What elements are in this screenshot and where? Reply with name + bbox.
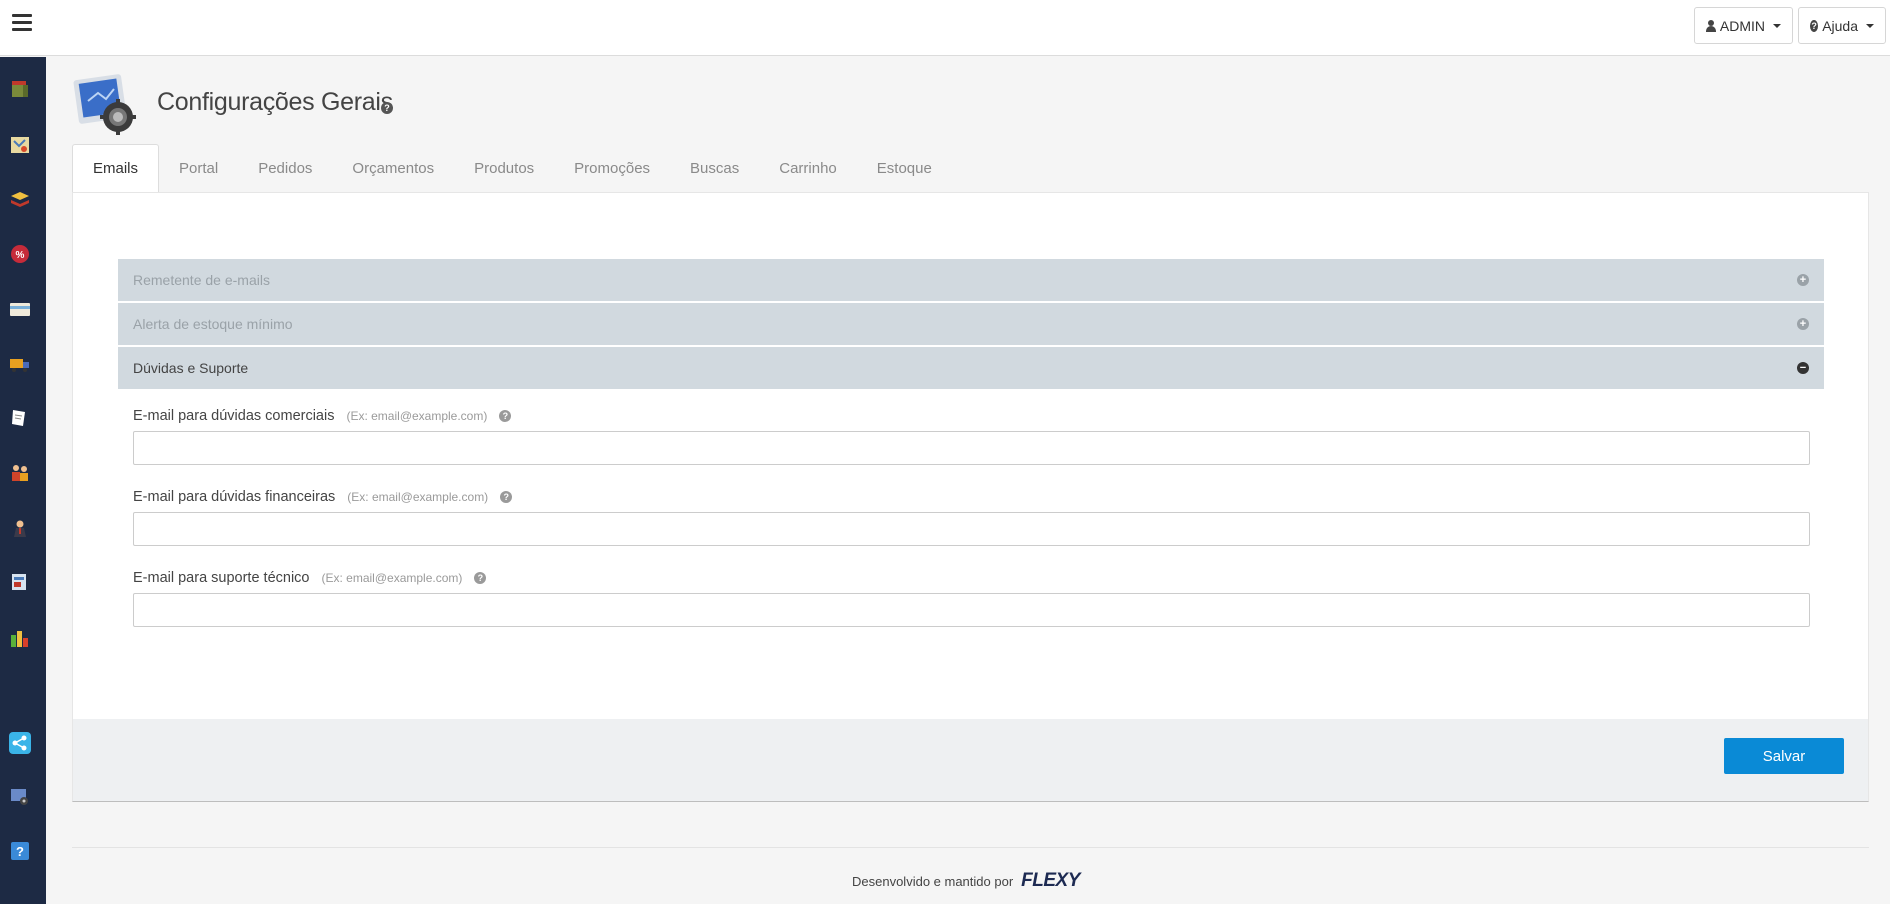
caret-down-icon bbox=[1773, 23, 1781, 28]
financial-email-input[interactable] bbox=[133, 512, 1810, 546]
tab-produtos[interactable]: Produtos bbox=[454, 144, 554, 193]
question-circle-icon[interactable]: ? bbox=[500, 491, 513, 503]
plus-circle-icon: + bbox=[1797, 274, 1809, 286]
accordion-support-label: Dúvidas e Suporte bbox=[133, 360, 249, 376]
question-circle-icon: ? bbox=[1810, 19, 1819, 32]
sidebar-item-settings[interactable] bbox=[9, 786, 31, 808]
sidebar: % ? bbox=[0, 57, 46, 904]
truck-icon bbox=[10, 359, 29, 372]
sidebar-item-integrations[interactable] bbox=[9, 732, 31, 754]
sidebar-item-content[interactable] bbox=[9, 407, 31, 429]
tab-carrinho[interactable]: Carrinho bbox=[759, 144, 857, 193]
field-support-hint: (Ex: email@example.com) bbox=[321, 571, 463, 585]
tab-estoque[interactable]: Estoque bbox=[857, 144, 952, 193]
discount-icon: % bbox=[11, 245, 29, 263]
field-support-title: E-mail para suporte técnico bbox=[133, 570, 310, 586]
sidebar-item-payments[interactable] bbox=[9, 298, 31, 320]
footer-divider bbox=[72, 847, 1869, 848]
sidebar-item-reports[interactable] bbox=[9, 627, 31, 649]
tab-portal[interactable]: Portal bbox=[159, 144, 238, 193]
footer-text: Desenvolvido e mantido por bbox=[852, 873, 1014, 889]
settings-icon bbox=[11, 789, 28, 805]
tab-emails[interactable]: Emails bbox=[72, 144, 160, 193]
accordion-sender[interactable]: Remetente de e-mails + bbox=[118, 259, 1824, 301]
plus-circle-icon: + bbox=[1797, 318, 1809, 330]
accordion-sender-label: Remetente de e-mails bbox=[133, 272, 270, 288]
flexy-brand: FLEXY bbox=[1021, 870, 1080, 891]
commercial-email-input[interactable] bbox=[133, 431, 1810, 465]
sidebar-item-shipping[interactable] bbox=[9, 353, 31, 375]
note-icon bbox=[12, 410, 25, 426]
accordion-support[interactable]: Dúvidas e Suporte − bbox=[118, 347, 1824, 389]
accordion-stock-alert-label: Alerta de estoque mínimo bbox=[133, 316, 293, 332]
question-circle-icon[interactable]: ? bbox=[474, 572, 487, 584]
save-button[interactable]: Salvar bbox=[1724, 738, 1844, 774]
caret-down-icon bbox=[1866, 23, 1874, 28]
title-help-icon[interactable]: ? bbox=[381, 98, 393, 116]
footer: Desenvolvido e mantido por FLEXY bbox=[852, 870, 1080, 892]
sidebar-item-promotions[interactable]: % bbox=[9, 243, 31, 265]
stack-icon bbox=[11, 192, 29, 207]
user-icon bbox=[1706, 19, 1716, 32]
card-icon bbox=[10, 303, 30, 316]
sidebar-item-products[interactable] bbox=[9, 78, 31, 100]
sidebar-item-registers[interactable] bbox=[9, 571, 31, 593]
field-commercial-title: E-mail para dúvidas comerciais bbox=[133, 408, 335, 424]
help-label: Ajuda bbox=[1822, 17, 1858, 34]
menu-toggle-icon[interactable] bbox=[12, 14, 32, 32]
sidebar-item-catalog[interactable] bbox=[9, 134, 31, 156]
settings-logo-icon bbox=[72, 71, 140, 137]
user-icon bbox=[14, 520, 26, 537]
field-financial-title: E-mail para dúvidas financeiras bbox=[133, 489, 336, 505]
field-commercial-hint: (Ex: email@example.com) bbox=[346, 409, 488, 423]
field-support-label: E-mail para suporte técnico (Ex: email@e… bbox=[133, 570, 487, 586]
svg-text:?: ? bbox=[16, 844, 24, 859]
sidebar-item-help[interactable]: ? bbox=[9, 840, 31, 862]
sidebar-item-stock[interactable] bbox=[9, 188, 31, 210]
question-circle-icon[interactable]: ? bbox=[499, 410, 512, 422]
help-icon: ? bbox=[11, 842, 29, 860]
flexy-logo[interactable]: FLEXY bbox=[1021, 870, 1080, 892]
admin-label: ADMIN bbox=[1719, 17, 1765, 34]
tab-buscas[interactable]: Buscas bbox=[670, 144, 759, 193]
field-commercial-label: E-mail para dúvidas comerciais (Ex: emai… bbox=[133, 408, 512, 424]
box-icon bbox=[12, 81, 28, 97]
sidebar-item-customers[interactable] bbox=[9, 462, 31, 484]
support-email-input[interactable] bbox=[133, 593, 1810, 627]
tab-pedidos[interactable]: Pedidos bbox=[238, 144, 332, 193]
map-icon bbox=[11, 137, 29, 153]
field-financial-hint: (Ex: email@example.com) bbox=[347, 490, 489, 504]
emails-panel: Remetente de e-mails + Alerta de estoque… bbox=[72, 192, 1869, 802]
users-icon bbox=[12, 465, 28, 481]
page-title: Configurações Gerais bbox=[157, 88, 393, 116]
accordion-stock-alert[interactable]: Alerta de estoque mínimo + bbox=[118, 303, 1824, 345]
tab-promocoes[interactable]: Promoções bbox=[554, 144, 670, 193]
panel-footer: Salvar bbox=[73, 719, 1868, 801]
chart-icon bbox=[11, 631, 28, 647]
svg-text:%: % bbox=[16, 250, 25, 261]
sidebar-item-sellers[interactable] bbox=[9, 518, 31, 540]
share-icon bbox=[12, 735, 27, 751]
field-financial-label: E-mail para dúvidas financeiras (Ex: ema… bbox=[133, 489, 513, 505]
top-navbar: ADMIN ? Ajuda bbox=[0, 0, 1890, 56]
register-icon bbox=[12, 574, 26, 590]
admin-user-dropdown[interactable]: ADMIN bbox=[1694, 7, 1793, 44]
tab-orcamentos[interactable]: Orçamentos bbox=[332, 144, 454, 193]
help-dropdown[interactable]: ? Ajuda bbox=[1798, 7, 1886, 44]
minus-circle-icon: − bbox=[1797, 362, 1809, 374]
settings-tabs: Emails Portal Pedidos Orçamentos Produto… bbox=[72, 144, 952, 193]
